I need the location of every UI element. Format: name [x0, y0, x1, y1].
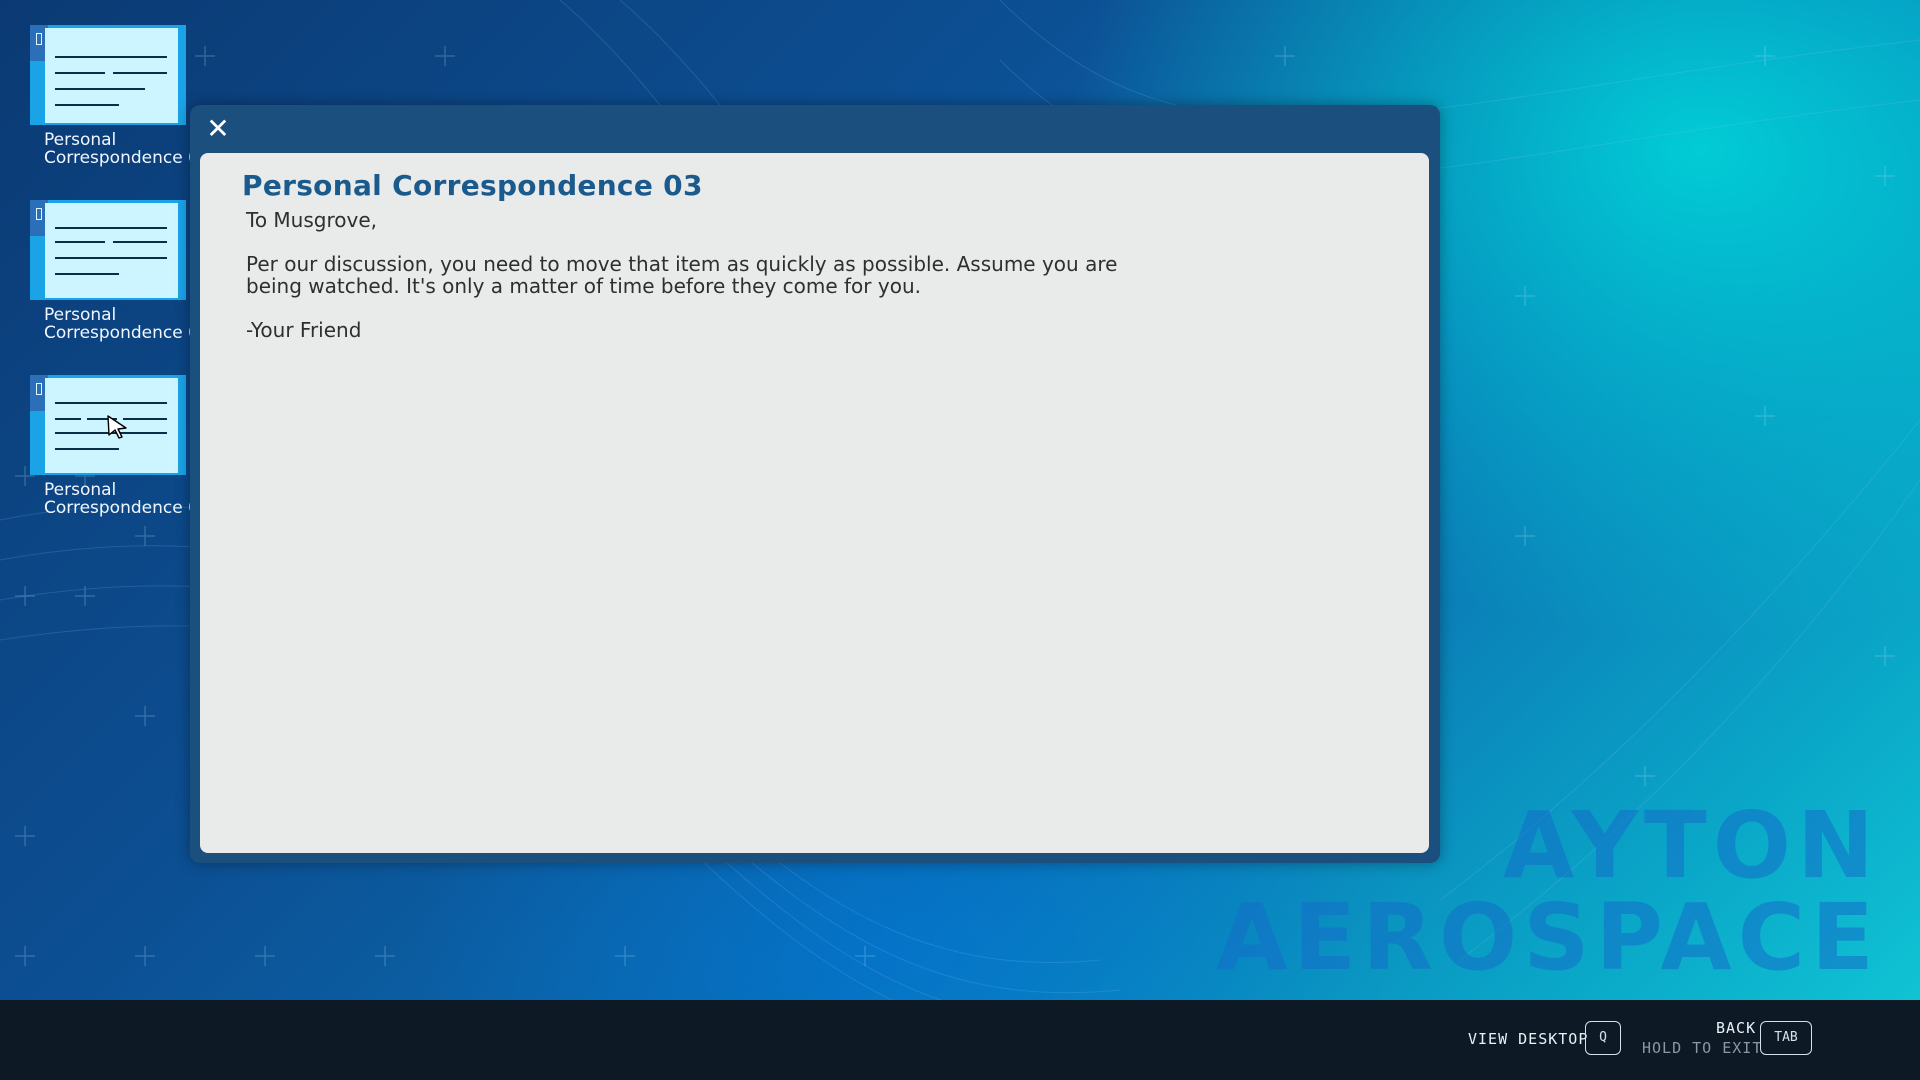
paper-preview [45, 28, 178, 123]
desktop-screen: AYTON AEROSPACE Personal Correspondence … [0, 0, 1920, 1080]
document-title: Personal Correspondence 03 [242, 169, 703, 202]
desktop-file-label: Personal Correspondence 0 [44, 131, 194, 167]
view-desktop-key-button[interactable]: Q [1585, 1021, 1621, 1055]
document-signature: -Your Friend [246, 318, 362, 342]
file-label-line2: Correspondence 0 [44, 498, 194, 517]
file-label-line2: Correspondence 0 [44, 148, 194, 167]
hold-to-exit-label: HOLD TO EXIT [1642, 1039, 1763, 1057]
file-label-line1: Personal [44, 306, 117, 325]
desktop-file-label: Personal Correspondence 0 [44, 306, 194, 342]
wordmark-line2: AEROSPACE [1216, 884, 1880, 991]
document-salutation: To Musgrove, [246, 208, 377, 232]
file-label-line1: Personal [44, 481, 117, 500]
desktop-file-label: Personal Correspondence 0 [44, 481, 194, 517]
view-desktop-label: VIEW DESKTOP [1468, 1030, 1589, 1048]
desktop-file-icon[interactable]: Personal Correspondence 0 [18, 200, 198, 360]
document-thumbnail-icon [30, 25, 186, 125]
back-key-button[interactable]: TAB [1760, 1021, 1812, 1055]
document-thumbnail-icon [30, 200, 186, 300]
desktop-file-icon[interactable]: Personal Correspondence 0 [18, 25, 198, 185]
document-body: To Musgrove, Per our discussion, you nee… [246, 209, 1146, 363]
paper-preview [45, 203, 178, 298]
close-icon[interactable]: ✕ [204, 115, 232, 143]
document-paragraph: Per our discussion, you need to move tha… [246, 252, 1118, 298]
file-label-line2: Correspondence 0 [44, 323, 194, 342]
document-viewer-window: ✕ Personal Correspondence 03 To Musgrove… [190, 105, 1440, 863]
mouse-cursor-icon [107, 415, 127, 439]
control-hints-bar: VIEW DESKTOP Q BACK HOLD TO EXIT TAB [0, 1000, 1920, 1080]
file-label-line1: Personal [44, 131, 117, 150]
back-label: BACK [1716, 1019, 1757, 1037]
desktop-file-icon-selected[interactable]: Personal Correspondence 0 [18, 375, 198, 535]
document-panel: Personal Correspondence 03 To Musgrove, … [200, 153, 1429, 853]
